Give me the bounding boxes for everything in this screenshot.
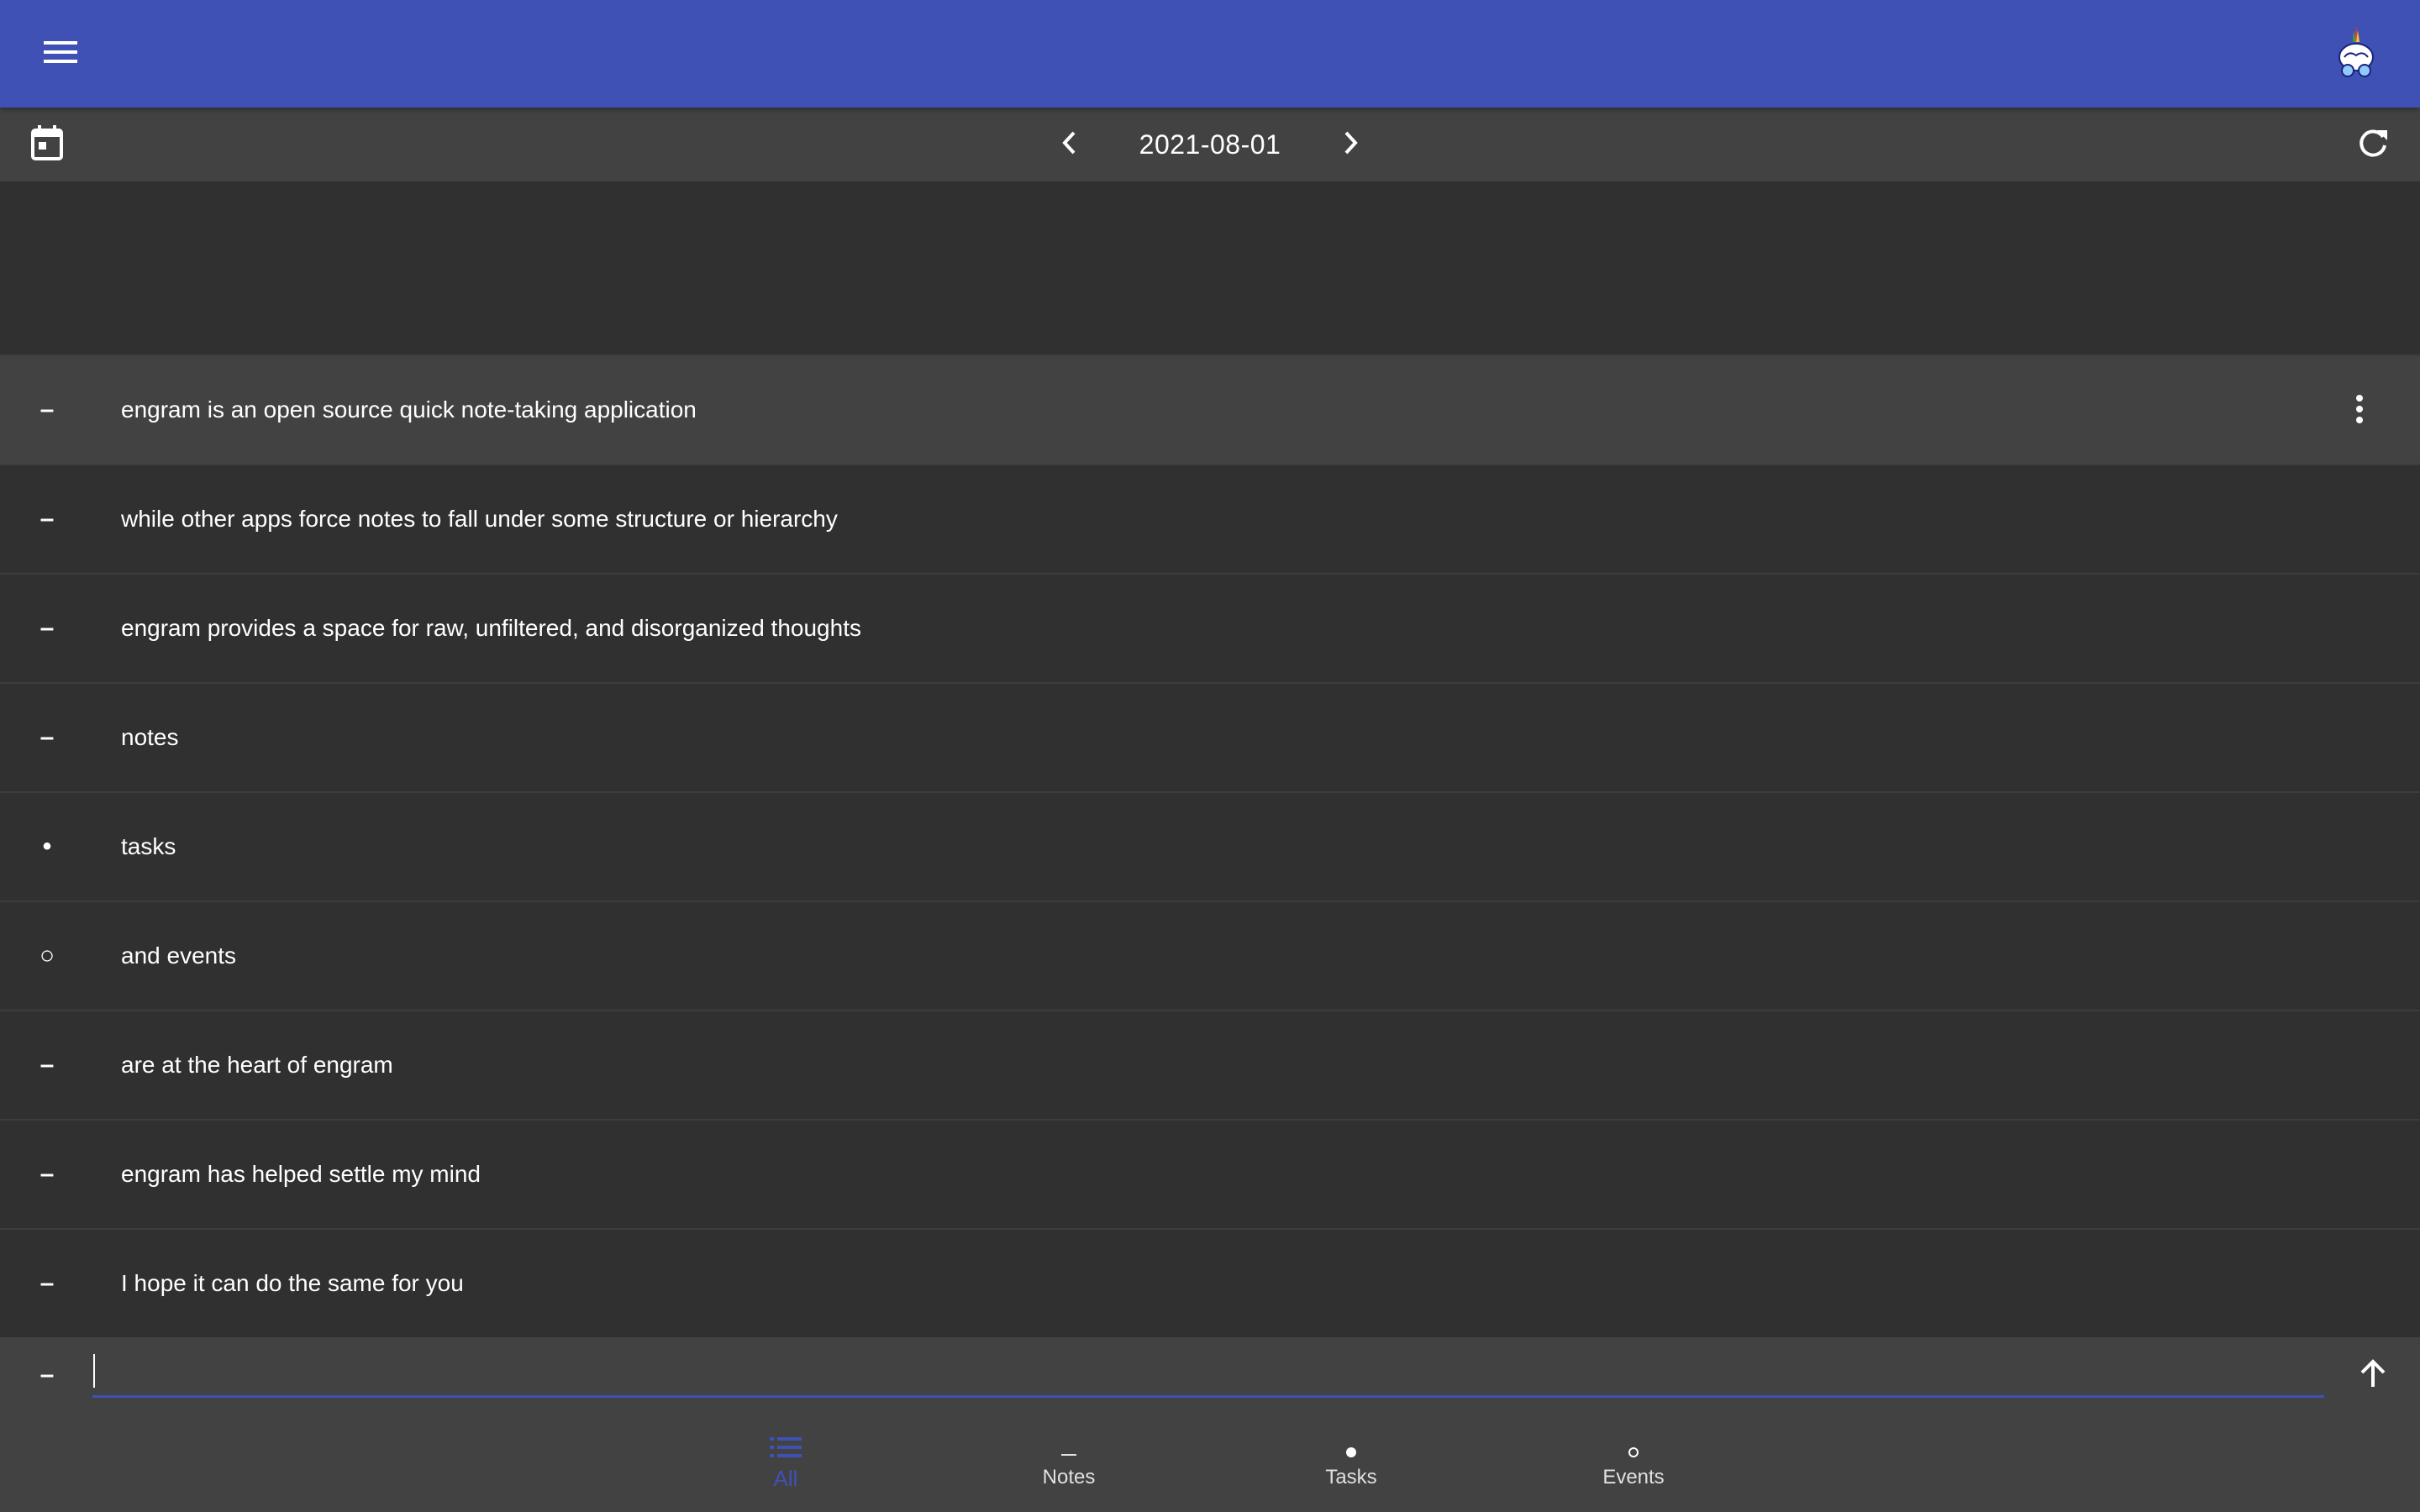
bottom-navigation: All Notes Tasks Events [0, 1413, 2420, 1512]
current-date[interactable]: 2021-08-01 [1139, 129, 1281, 160]
refresh-icon [2357, 127, 2389, 163]
tab-label: Events [1602, 1466, 1665, 1488]
list-item[interactable]: – are at the heart of engram [0, 1010, 2420, 1119]
chevron-right-icon [1343, 130, 1360, 160]
previous-day-button[interactable] [1042, 118, 1096, 171]
calendar-button[interactable] [20, 118, 74, 171]
list-item[interactable]: – I hope it can do the same for you [0, 1228, 2420, 1337]
app-bar [0, 0, 2420, 108]
list-icon [770, 1434, 802, 1461]
tab-events[interactable]: Events [1533, 1413, 1734, 1512]
list-item[interactable]: – engram provides a space for raw, unfil… [0, 573, 2420, 682]
entry-type-symbol: – [39, 1051, 55, 1079]
entry-type-symbol: – [39, 505, 55, 533]
dash-icon [1061, 1436, 1076, 1462]
entry-text: I hope it can do the same for you [121, 1270, 464, 1296]
entry-type-symbol: – [39, 1269, 55, 1297]
new-entry-input[interactable] [92, 1347, 2324, 1398]
entry-text: engram has helped settle my mind [121, 1161, 481, 1187]
entry-type-symbol: – [39, 614, 55, 642]
entry-text: while other apps force notes to fall und… [121, 506, 838, 532]
tab-tasks[interactable]: Tasks [1250, 1413, 1452, 1512]
date-navigator: 2021-08-01 [1042, 108, 1378, 181]
entry-text: notes [121, 724, 179, 750]
list-item[interactable]: ○ and events [0, 900, 2420, 1010]
entry-text: tasks [121, 833, 176, 859]
text-caret [93, 1354, 95, 1388]
engram-brain-logo-icon [2336, 24, 2376, 83]
entry-options-button[interactable] [2333, 384, 2386, 438]
entry-text: engram is an open source quick note-taki… [121, 396, 697, 423]
calendar-icon [31, 124, 63, 165]
tab-all[interactable]: All [685, 1413, 886, 1512]
more-vert-icon [2355, 394, 2364, 428]
entry-type-symbol: ○ [39, 942, 55, 969]
arrow-up-icon [2358, 1358, 2388, 1393]
tab-label: Notes [1042, 1466, 1096, 1488]
engram-logo[interactable] [2326, 24, 2386, 84]
entry-text: are at the heart of engram [121, 1052, 393, 1078]
chevron-left-icon [1060, 130, 1077, 160]
dot-icon [1344, 1436, 1358, 1462]
menu-icon [44, 39, 77, 69]
entry-text: engram provides a space for raw, unfilte… [121, 615, 861, 641]
entry-type-toggle[interactable]: – [20, 1348, 74, 1402]
entries-top-spacer [0, 181, 2420, 354]
list-item[interactable]: – while other apps force notes to fall u… [0, 464, 2420, 573]
tab-label: All [773, 1465, 798, 1491]
date-bar: 2021-08-01 [0, 108, 2420, 181]
tab-notes[interactable]: Notes [968, 1413, 1170, 1512]
new-entry-bar: – [0, 1337, 2420, 1413]
refresh-button[interactable] [2346, 118, 2400, 171]
entry-type-symbol: – [39, 1160, 55, 1188]
list-item[interactable]: – engram is an open source quick note-ta… [0, 354, 2420, 464]
entry-text: and events [121, 942, 236, 969]
list-item[interactable]: – engram has helped settle my mind [0, 1119, 2420, 1228]
circle-icon [1627, 1436, 1640, 1462]
entry-list: – engram is an open source quick note-ta… [0, 354, 2420, 1337]
tab-label: Tasks [1325, 1466, 1377, 1488]
list-item[interactable]: • tasks [0, 791, 2420, 900]
submit-entry-button[interactable] [2346, 1348, 2400, 1402]
entry-type-symbol: • [42, 832, 52, 860]
list-item[interactable]: – notes [0, 682, 2420, 791]
entry-type-symbol: – [39, 723, 55, 751]
next-day-button[interactable] [1324, 118, 1378, 171]
menu-button[interactable] [34, 27, 87, 81]
entry-type-symbol: – [39, 396, 55, 423]
